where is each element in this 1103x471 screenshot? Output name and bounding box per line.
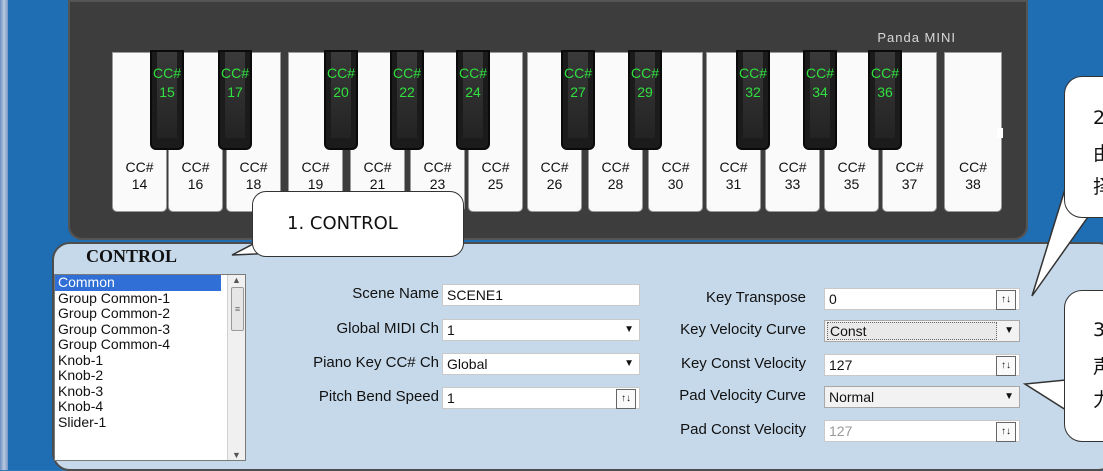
callout-3-line-2: 声 <box>1093 356 1103 378</box>
callout-3-pointer <box>1022 379 1067 412</box>
callout-pointers <box>231 184 1091 412</box>
callout-2-line-2: 由 <box>1093 143 1103 165</box>
callout-3-line-1: 3. <box>1093 319 1103 341</box>
callout-2-line-1: 2. <box>1093 107 1103 129</box>
callout-control-text: 1. CONTROL <box>287 213 398 234</box>
callout-2-line-3: 择 <box>1093 176 1103 198</box>
callout-3-line-3: 力 <box>1093 389 1103 411</box>
callout-pad-velocity: 3. 声 力 <box>1064 290 1103 442</box>
callout-control: 1. CONTROL <box>252 191 464 257</box>
callout-key-velocity: 2. 由 择 <box>1064 76 1103 218</box>
